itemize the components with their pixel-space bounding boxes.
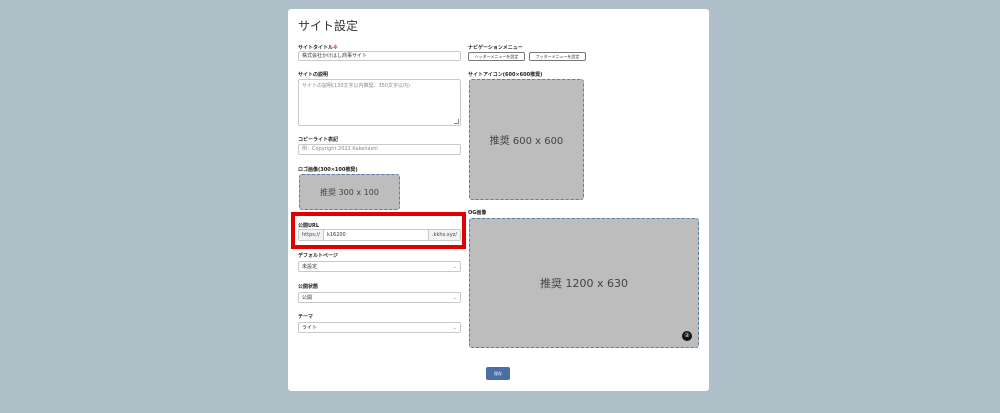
footer-menu-button[interactable]: フッターメニューを設定 (529, 52, 586, 61)
theme-select[interactable]: ライト ⌄ (298, 322, 461, 333)
site-icon-upload-area[interactable]: 推奨 600 x 600 (469, 79, 584, 200)
logo-label: ロゴ画像(300×100推奨) (298, 167, 358, 173)
default-page-label: デフォルトページ (298, 253, 338, 259)
site-title-input[interactable]: 株式会社かけはし商事サイト (298, 51, 461, 61)
default-page-select[interactable]: 未設定 ⌄ (298, 261, 461, 272)
header-menu-button[interactable]: ヘッダーメニューを設定 (468, 52, 525, 61)
site-icon-placeholder-text: 推奨 600 x 600 (489, 136, 564, 147)
copyright-label: コピーライト表記 (298, 137, 339, 143)
site-icon-label: サイトアイコン(600×600推奨) (468, 72, 543, 78)
site-title-label: サイトタイトル※ (298, 45, 338, 51)
publish-status-value: 公開 (302, 295, 313, 301)
url-suffix: .kkhs.xyz/ (428, 230, 460, 240)
chevron-down-icon: ⌄ (452, 264, 457, 270)
og-image-upload-area[interactable]: 推奨 1200 x 630 ② (469, 218, 699, 348)
resize-handle-icon[interactable] (454, 119, 459, 124)
og-image-placeholder-text: 推奨 1200 x 630 (540, 277, 628, 290)
publish-status-select[interactable]: 公開 ⌄ (298, 292, 461, 303)
public-url-label: 公開URL (298, 223, 320, 229)
logo-placeholder-text: 推奨 300 x 100 (320, 187, 379, 197)
chevron-down-icon: ⌄ (452, 325, 457, 331)
settings-card: サイト設定 サイトタイトル※ 株式会社かけはし商事サイト サイトの説明 サイトの… (288, 9, 709, 391)
url-prefix: https:// (299, 230, 324, 240)
site-description-label: サイトの説明 (298, 72, 329, 78)
theme-label: テーマ (298, 314, 314, 320)
chevron-down-icon: ⌄ (452, 295, 457, 301)
logo-upload-area[interactable]: 推奨 300 x 100 (299, 174, 400, 210)
navigation-menu-label: ナビゲーションメニュー (468, 45, 523, 51)
save-button[interactable]: 保存 (486, 367, 510, 380)
site-description-textarea[interactable]: サイトの説明(130文字以内推奨、350文字以内) (298, 79, 461, 126)
og-image-label: OG画像 (468, 210, 487, 216)
info-badge-icon[interactable]: ② (682, 331, 692, 341)
public-url-input-group: https:// k16200 .kkhs.xyz/ (298, 229, 461, 241)
publish-status-label: 公開状態 (298, 284, 319, 290)
page-title: サイト設定 (298, 19, 359, 33)
default-page-value: 未設定 (302, 264, 318, 270)
public-url-input[interactable]: k16200 (324, 230, 428, 240)
theme-value: ライト (302, 325, 318, 331)
copyright-input[interactable]: 例：Copyright 2022 Kakehashi (298, 144, 461, 155)
site-description-placeholder: サイトの説明(130文字以内推奨、350文字以内) (302, 83, 410, 89)
